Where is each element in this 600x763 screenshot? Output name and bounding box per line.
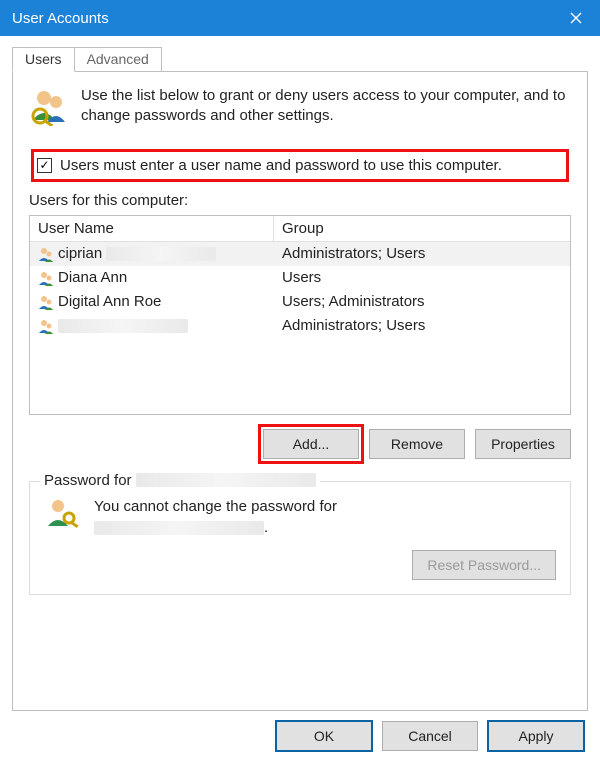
tabstrip: Users Advanced [12, 47, 588, 72]
password-text: You cannot change the password for . [94, 496, 337, 538]
users-listview[interactable]: User Name Group ciprian Administrators; … [29, 215, 571, 415]
redacted-username [136, 473, 316, 487]
table-row[interactable]: Digital Ann RoeUsers; Administrators [30, 290, 570, 314]
password-text-suffix: . [264, 519, 268, 536]
table-row[interactable]: Administrators; Users [30, 314, 570, 338]
check-icon: ✓ [39, 159, 49, 171]
password-body: You cannot change the password for . [44, 496, 556, 538]
window-title: User Accounts [12, 10, 552, 27]
tab-advanced[interactable]: Advanced [75, 47, 162, 72]
close-icon [570, 12, 582, 24]
password-button-row: Reset Password... [44, 550, 556, 580]
cell-username: Digital Ann Roe [30, 293, 274, 310]
titlebar: User Accounts [0, 0, 600, 36]
users-icon [29, 86, 69, 126]
ok-button[interactable]: OK [276, 721, 372, 751]
password-groupbox: Password for You cannot change the passw… [29, 481, 571, 595]
table-row[interactable]: Diana AnnUsers [30, 266, 570, 290]
password-legend-prefix: Password for [44, 472, 132, 489]
remove-button[interactable]: Remove [369, 429, 465, 459]
apply-button[interactable]: Apply [488, 721, 584, 751]
add-button[interactable]: Add... [263, 429, 359, 459]
cell-username [30, 318, 274, 334]
user-buttons-row: Add... Remove Properties [29, 429, 571, 459]
cancel-button[interactable]: Cancel [382, 721, 478, 751]
dialog-buttons: OK Cancel Apply [12, 721, 588, 751]
require-login-label: Users must enter a user name and passwor… [60, 157, 502, 174]
redacted-username-2 [94, 521, 264, 535]
column-header-group[interactable]: Group [274, 216, 570, 241]
intro-text: Use the list below to grant or deny user… [81, 86, 571, 127]
tab-users[interactable]: Users [12, 47, 75, 72]
users-list-label: Users for this computer: [29, 192, 571, 209]
cell-group: Administrators; Users [274, 317, 570, 334]
listview-body: ciprian Administrators; UsersDiana AnnUs… [30, 242, 570, 338]
password-text-line1: You cannot change the password for [94, 498, 337, 515]
column-header-username[interactable]: User Name [30, 216, 274, 241]
cell-username: ciprian [30, 245, 274, 262]
close-button[interactable] [552, 0, 600, 36]
add-button-highlight: Add... [263, 429, 359, 459]
cell-group: Users [274, 269, 570, 286]
cell-group: Administrators; Users [274, 245, 570, 262]
tab-panel-users: Use the list below to grant or deny user… [12, 71, 588, 711]
intro-row: Use the list below to grant or deny user… [29, 86, 571, 127]
key-user-icon [44, 496, 80, 532]
cell-group: Users; Administrators [274, 293, 570, 310]
client-area: Users Advanced Use the list below to gra… [0, 36, 600, 763]
cell-username: Diana Ann [30, 269, 274, 286]
require-login-checkbox[interactable]: ✓ [37, 158, 52, 173]
properties-button[interactable]: Properties [475, 429, 571, 459]
password-groupbox-legend: Password for [40, 472, 320, 489]
listview-header: User Name Group [30, 216, 570, 242]
reset-password-button: Reset Password... [412, 550, 556, 580]
require-login-row: ✓ Users must enter a user name and passw… [31, 149, 569, 182]
table-row[interactable]: ciprian Administrators; Users [30, 242, 570, 266]
